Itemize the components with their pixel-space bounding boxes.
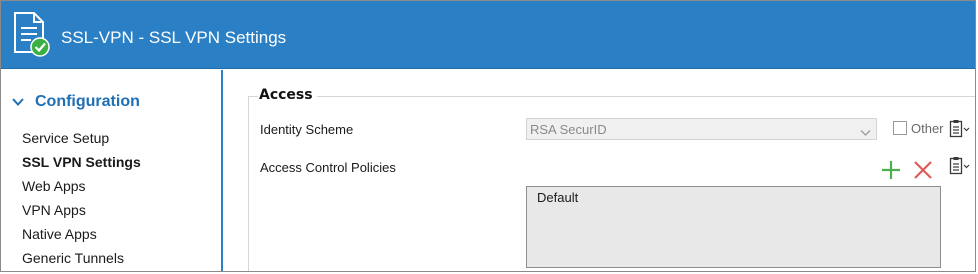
identity-scheme-value: RSA SecurID [530,122,607,137]
window-title: SSL-VPN - SSL VPN Settings [61,28,287,47]
title-bar: SSL-VPN - SSL VPN Settings [1,1,975,69]
access-group-title: Access [258,87,317,103]
policies-menu-button[interactable] [949,156,973,176]
chevron-down-icon [860,125,871,136]
other-checkbox[interactable] [893,121,907,135]
sidebar-item-ssl-vpn-settings[interactable]: SSL VPN Settings [22,150,141,174]
settings-panel: Access Identity Scheme RSA SecurID Other [225,70,975,271]
identity-scheme-label: Identity Scheme [260,122,354,137]
sidebar-section-label: Configuration [35,93,140,110]
sidebar-item-vpn-apps[interactable]: VPN Apps [22,198,141,222]
sidebar-item-native-apps[interactable]: Native Apps [22,222,141,246]
sidebar-item-web-apps[interactable]: Web Apps [22,174,141,198]
sidebar-section-configuration[interactable]: Configuration [11,93,140,111]
close-icon [910,161,936,187]
list-item[interactable]: Default [537,190,578,205]
app-window: SSL-VPN - SSL VPN Settings Configuration… [0,0,976,272]
chevron-down-icon[interactable] [11,95,25,109]
sidebar-item-service-setup[interactable]: Service Setup [22,126,141,150]
document-check-icon [12,11,50,57]
remove-policy-button[interactable] [910,156,936,184]
other-checkbox-label: Other [911,121,944,136]
access-control-policies-label: Access Control Policies [260,160,396,175]
sidebar: Configuration Service Setup SSL VPN Sett… [1,70,223,271]
access-control-policies-list[interactable]: Default [526,186,941,268]
plus-icon [878,161,904,187]
clipboard-dropdown-icon [949,157,973,179]
identity-scheme-select[interactable]: RSA SecurID [526,118,877,140]
identity-scheme-menu-button[interactable] [949,119,973,139]
sidebar-item-generic-tunnels[interactable]: Generic Tunnels [22,246,141,270]
add-policy-button[interactable] [878,156,904,184]
clipboard-dropdown-icon [949,120,973,142]
sidebar-menu: Service Setup SSL VPN Settings Web Apps … [22,126,141,270]
